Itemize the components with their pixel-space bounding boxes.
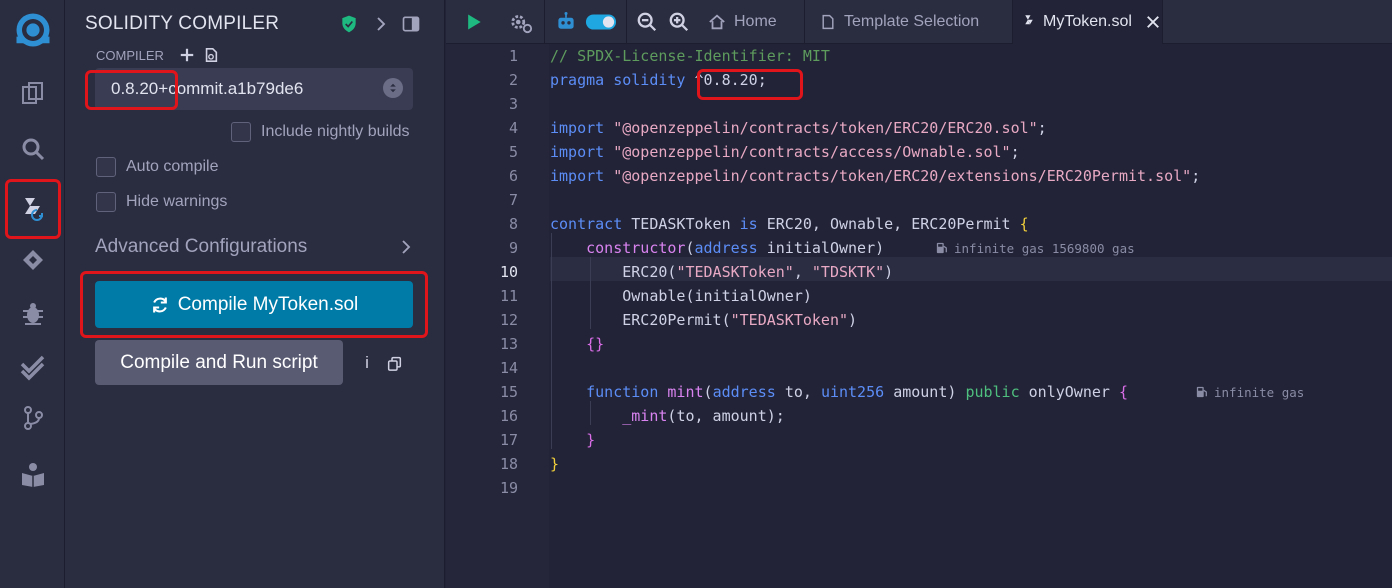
line-number: 18 [499,455,518,473]
chevron-right-icon[interactable] [369,12,393,36]
deploy-icon[interactable] [0,238,65,282]
code-line-10: ERC20("TEDASKToken", "TDSKTK") [622,263,894,281]
line-number: 14 [499,359,518,377]
home-icon [709,14,725,30]
code-editor[interactable]: // SPDX-License-Identifier: MIT pragma s… [446,44,1392,588]
add-compiler-icon[interactable] [178,46,196,64]
compile-settings-icon[interactable] [508,9,534,35]
line-number: 10 [499,263,518,281]
line-number: 1 [508,47,518,65]
include-nightly-label: Include nightly builds [261,123,410,140]
remix-ide: SOLIDITY COMPILER COMPILER 0.8.20+commit… [0,0,1392,588]
copy-icon[interactable] [385,353,403,373]
compile-button[interactable]: Compile MyToken.sol [95,281,413,328]
advanced-configurations-toggle[interactable]: Advanced Configurations [95,233,415,261]
line-number: 3 [508,95,518,113]
advanced-configurations-label: Advanced Configurations [95,236,308,257]
code-line-13: {} [586,335,605,353]
line-number: 17 [499,431,518,449]
line-number: 19 [499,479,518,497]
line-number: 12 [499,311,518,329]
search-icon[interactable] [0,127,65,171]
tab-template-label: Template Selection [844,13,980,30]
code-line-15: function mint(address to, uint256 amount… [586,383,1128,401]
hide-warnings-checkbox[interactable] [96,192,116,212]
include-nightly-row[interactable]: Include nightly builds [231,122,410,142]
fuel-pump-icon [936,242,947,254]
code-line-12: ERC20Permit("TEDASKToken") [622,311,858,329]
double-check-icon[interactable] [0,345,65,389]
line-number: 7 [508,191,518,209]
tab-home-label: Home [734,13,777,30]
hide-warnings-row[interactable]: Hide warnings [96,192,227,212]
compile-and-run-label: Compile and Run script [120,351,318,373]
zoom-out-icon[interactable] [634,9,660,35]
hide-warnings-label: Hide warnings [126,193,228,210]
icon-rail [0,0,65,588]
editor-tabbar: Home Template Selection MyToken.sol [446,0,1392,44]
code-line-2: pragma solidity ^0.8.20; [550,71,767,89]
auto-compile-checkbox[interactable] [96,157,116,177]
panel-title: SOLIDITY COMPILER [85,13,280,34]
code-line-17: } [586,431,596,449]
code-line-4: import "@openzeppelin/contracts/token/ER… [550,119,1047,137]
tab-mytoken-sol[interactable]: MyToken.sol [1013,0,1162,44]
compile-button-label: Compile MyToken.sol [177,293,359,315]
include-nightly-checkbox[interactable] [231,122,251,142]
file-explorer-icon[interactable] [0,71,65,115]
remix-logo-icon[interactable] [0,8,65,52]
select-arrows-icon [383,78,403,98]
compiler-icon-highlight [5,179,61,239]
ai-robot-icon[interactable] [553,9,579,35]
code-line-8: contract TEDASKToken is ERC20, Ownable, … [550,215,1029,233]
close-icon[interactable] [1146,15,1160,29]
learn-icon[interactable] [0,452,65,496]
gas-estimate-mint: infinite gas [1196,380,1304,404]
auto-compile-label: Auto compile [126,158,219,175]
code-line-1: // SPDX-License-Identifier: MIT [550,47,830,65]
custom-compiler-file-icon[interactable] [202,46,220,64]
git-branch-icon[interactable] [0,396,65,440]
tab-template-selection[interactable]: Template Selection [820,0,1010,44]
line-number: 13 [499,335,518,353]
compiler-version-value: 0.8.20+commit.a1b79de6 [111,79,304,98]
fuel-pump-icon [1196,386,1207,398]
code-line-9: constructor(address initialOwner) [586,239,885,257]
shield-check-icon[interactable] [337,12,361,36]
line-number: 15 [499,383,518,401]
code-line-5: import "@openzeppelin/contracts/access/O… [550,143,1020,161]
line-number: 8 [508,215,518,233]
line-number: 11 [499,287,518,305]
compiler-label: COMPILER [96,48,164,63]
refresh-icon [152,297,167,312]
gas-estimate-constructor: infinite gas 1569800 gas [936,236,1135,260]
file-icon [822,14,834,30]
line-number: 9 [508,239,518,257]
compiler-panel: SOLIDITY COMPILER COMPILER 0.8.20+commit… [65,0,445,588]
code-line-16: _mint(to, amount); [622,407,785,425]
compile-and-run-button[interactable]: Compile and Run script [95,340,343,385]
solidity-file-icon [1025,15,1033,25]
tab-file-label: MyToken.sol [1043,13,1132,30]
code-line-11: Ownable(initialOwner) [622,287,812,305]
line-number: 6 [508,167,518,185]
auto-compile-row[interactable]: Auto compile [96,157,219,177]
line-number: 2 [508,71,518,89]
panel-toggle-icon[interactable] [399,12,423,36]
line-number: 5 [508,143,518,161]
run-play-icon[interactable] [461,9,487,35]
chevron-right-icon [402,240,411,254]
ai-toggle-switch[interactable] [584,9,618,35]
debugger-icon[interactable] [0,291,65,335]
code-line-18: } [550,455,560,473]
code-line-6: import "@openzeppelin/contracts/token/ER… [550,167,1201,185]
zoom-in-icon[interactable] [666,9,692,35]
line-number: 16 [499,407,518,425]
tab-home[interactable]: Home [704,0,804,44]
info-button[interactable]: i [358,353,376,373]
compiler-version-select[interactable]: 0.8.20+commit.a1b79de6 [95,68,413,110]
line-number: 4 [508,119,518,137]
